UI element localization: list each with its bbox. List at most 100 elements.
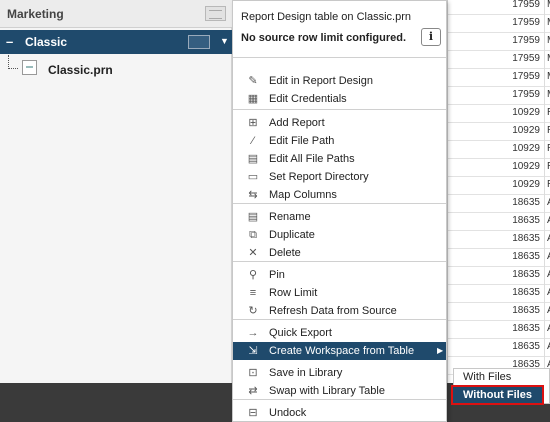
menu-item-label: Refresh Data from Source	[269, 305, 397, 317]
menu-item-save-in-library[interactable]: ⊡ Save in Library	[233, 364, 446, 382]
menu-item-delete[interactable]: ✕ Delete	[233, 244, 446, 262]
menu-item-label: Map Columns	[269, 189, 337, 201]
menu-title: Report Design table on Classic.prn	[241, 11, 411, 23]
table-row[interactable]: 10929R	[448, 141, 550, 159]
group-label: Marketing	[7, 7, 64, 21]
chevron-down-icon[interactable]: ▼	[220, 36, 229, 46]
workspace-grid-icon[interactable]	[188, 35, 210, 49]
column-divider	[544, 141, 545, 159]
library-save-icon: ⊡	[248, 367, 258, 379]
file-path-icon: ⁄	[252, 135, 254, 147]
submenu-arrow-icon: ▶	[437, 346, 444, 355]
table-row[interactable]: 18635A	[448, 303, 550, 321]
menu-item-quick-export[interactable]: → Quick Export	[233, 324, 446, 342]
column-divider	[544, 123, 545, 141]
workspace-row-classic[interactable]: – Classic ▼	[0, 30, 232, 54]
menu-item-label: Save in Library	[269, 367, 343, 379]
table-row[interactable]: 17959M	[448, 51, 550, 69]
menu-item-swap-with-library-table[interactable]: ⇄ Swap with Library Table	[233, 382, 446, 400]
refresh-icon: ↻	[248, 305, 258, 317]
info-icon[interactable]: i	[421, 28, 441, 46]
row-limit-icon: ≡	[249, 287, 257, 299]
collapse-icon[interactable]: –	[6, 34, 13, 49]
context-menu: Report Design table on Classic.prn No so…	[232, 0, 447, 422]
menu-item-edit-credentials[interactable]: ▦ Edit Credentials	[233, 90, 446, 108]
table-cell-id: 18635	[512, 341, 540, 352]
table-row[interactable]: 17959M	[448, 0, 550, 15]
menu-item-label: Undock	[269, 407, 307, 419]
submenu-item-with-files[interactable]: With Files	[463, 371, 511, 383]
column-divider	[544, 15, 545, 33]
menu-item-edit-file-path[interactable]: ⁄ Edit File Path	[233, 132, 446, 150]
menu-item-pin[interactable]: ⚲ Pin	[233, 266, 446, 284]
folder-icon: ▭	[247, 171, 259, 183]
column-divider	[544, 231, 545, 249]
table-row[interactable]: 17959M	[448, 87, 550, 105]
submenu-label-without-files: Without Files	[463, 389, 532, 401]
table-row[interactable]: 18635A	[448, 213, 550, 231]
table-row[interactable]: 18635A	[448, 267, 550, 285]
table-cell-id: 17959	[512, 17, 540, 28]
table-row[interactable]: 18635A	[448, 195, 550, 213]
table-cell-id: 18635	[512, 305, 540, 316]
menu-separator	[233, 57, 446, 58]
table-row[interactable]: 18635A	[448, 285, 550, 303]
table-row[interactable]: 18635A	[448, 231, 550, 249]
table-cell-id: 17959	[512, 0, 540, 10]
column-divider	[544, 321, 545, 339]
file-icon	[22, 60, 37, 75]
menu-item-map-columns[interactable]: ⇆ Map Columns	[233, 186, 446, 204]
menu-item-refresh-data-from-source[interactable]: ↻ Refresh Data from Source	[233, 302, 446, 320]
column-divider	[544, 51, 545, 69]
all-paths-icon: ▤	[247, 153, 259, 165]
column-divider	[544, 177, 545, 195]
menu-item-label: Edit Credentials	[269, 93, 347, 105]
file-item-classic-prn[interactable]: Classic.prn	[48, 63, 113, 77]
submenu-item-without-files[interactable]: Without Files	[451, 385, 544, 405]
tree-connector	[8, 55, 18, 69]
column-divider	[544, 33, 545, 51]
table-row[interactable]: 18635A	[448, 339, 550, 357]
menu-item-edit-all-file-paths[interactable]: ▤ Edit All File Paths	[233, 150, 446, 168]
column-divider	[544, 105, 545, 123]
column-divider	[544, 285, 545, 303]
table-cell-id: 17959	[512, 89, 540, 100]
group-header-marketing[interactable]: Marketing	[0, 0, 232, 28]
column-divider	[544, 195, 545, 213]
menu-item-edit-in-report-design[interactable]: ✎ Edit in Report Design	[233, 72, 446, 90]
column-divider	[544, 87, 545, 105]
table-row[interactable]: 17959M	[448, 15, 550, 33]
menu-item-set-report-directory[interactable]: ▭ Set Report Directory	[233, 168, 446, 186]
menu-item-add-report[interactable]: ⊞ Add Report	[233, 114, 446, 132]
table-row[interactable]: 10929R	[448, 123, 550, 141]
menu-item-label: Pin	[269, 269, 285, 281]
menu-separator	[233, 109, 446, 110]
table-row[interactable]: 17959M	[448, 33, 550, 51]
table-cell-id: 18635	[512, 197, 540, 208]
menu-item-duplicate[interactable]: ⧉ Duplicate	[233, 226, 446, 244]
menu-item-undock[interactable]: ⊟ Undock	[233, 404, 446, 422]
table-row[interactable]: 10929R	[448, 177, 550, 195]
table-row[interactable]: 18635A	[448, 249, 550, 267]
rename-icon: ▤	[247, 211, 259, 223]
table-row[interactable]: 17959M	[448, 69, 550, 87]
export-icon: →	[247, 327, 259, 339]
table-cell-id: 18635	[512, 251, 540, 262]
table-cell-id: 18635	[512, 269, 540, 280]
table-row[interactable]: 10929R	[448, 105, 550, 123]
menu-item-row-limit[interactable]: ≡ Row Limit	[233, 284, 446, 302]
map-columns-icon: ⇆	[248, 189, 258, 201]
table-cell-id: 18635	[512, 233, 540, 244]
pin-icon: ⚲	[248, 269, 258, 281]
column-divider	[544, 159, 545, 177]
menu-item-label: Edit in Report Design	[269, 75, 373, 87]
table-row[interactable]: 18635A	[448, 321, 550, 339]
undock-icon: ⊟	[248, 407, 258, 419]
menu-item-create-workspace-from-table[interactable]: ⇲ Create Workspace from Table ▶	[233, 342, 446, 360]
table-row[interactable]: 10929R	[448, 159, 550, 177]
table-cell-id: 18635	[512, 287, 540, 298]
menu-item-rename[interactable]: ▤ Rename	[233, 208, 446, 226]
table-grid-icon[interactable]	[205, 6, 226, 21]
duplicate-icon: ⧉	[249, 229, 257, 241]
workspace-label: Classic	[25, 35, 68, 49]
